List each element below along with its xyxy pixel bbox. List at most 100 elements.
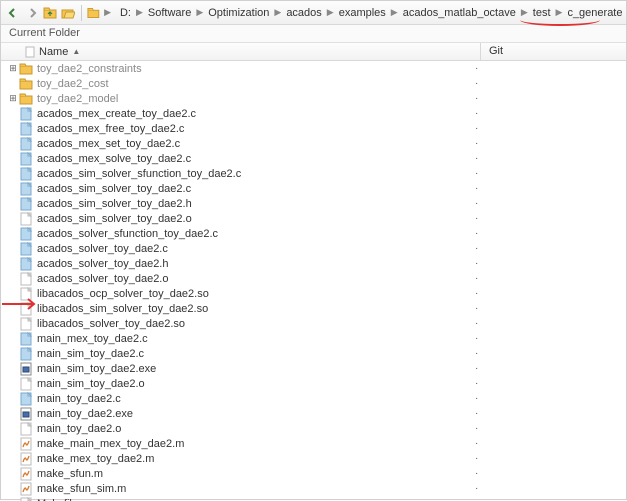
back-button[interactable] [5,4,21,22]
file-row[interactable]: libacados_solver_toy_dae2.so· [1,316,626,331]
o-file-icon [19,497,33,501]
c-file-icon [19,257,33,271]
m-file-icon [19,437,33,451]
file-row[interactable]: acados_solver_sfunction_toy_dae2.c· [1,226,626,241]
c-file-icon [19,167,33,181]
o-file-icon [19,302,33,316]
file-name: main_toy_dae2.exe [37,408,133,420]
file-name: libacados_solver_toy_dae2.so [37,318,185,330]
file-row[interactable]: acados_sim_solver_toy_dae2.c· [1,181,626,196]
folder-row[interactable]: toy_dae2_cost· [1,76,626,91]
file-row[interactable]: libacados_ocp_solver_toy_dae2.so· [1,286,626,301]
name-cell: main_sim_toy_dae2.exe [19,362,471,376]
file-row[interactable]: main_toy_dae2.o· [1,421,626,436]
file-name: main_toy_dae2.c [37,393,121,405]
git-status: · [471,108,626,119]
git-status: · [471,423,626,434]
name-cell: libacados_sim_solver_toy_dae2.so [19,302,471,316]
file-row[interactable]: acados_mex_create_toy_dae2.c· [1,106,626,121]
file-row[interactable]: main_sim_toy_dae2.exe· [1,361,626,376]
file-row[interactable]: main_mex_toy_dae2.c· [1,331,626,346]
file-row[interactable]: make_mex_toy_dae2.m· [1,451,626,466]
chevron-right-icon: ▶ [272,7,283,18]
file-row[interactable]: main_toy_dae2.c· [1,391,626,406]
chevron-right-icon: ▶ [325,7,336,18]
column-git[interactable]: Git [481,43,626,60]
breadcrumb-segment[interactable]: c_generated_code [566,7,622,19]
file-row[interactable]: acados_solver_toy_dae2.o· [1,271,626,286]
chevron-right-icon: ▶ [134,7,145,18]
browse-button[interactable] [60,4,76,22]
o-file-icon [19,317,33,331]
git-status: · [471,93,626,104]
expander-icon[interactable] [7,78,19,90]
name-cell: acados_mex_free_toy_dae2.c [19,122,471,136]
file-row[interactable]: make_main_mex_toy_dae2.m · [1,436,626,451]
expander-icon[interactable]: ⊞ [7,63,19,75]
m-file-icon [19,452,33,466]
file-row[interactable]: acados_mex_set_toy_dae2.c· [1,136,626,151]
name-cell: acados_sim_solver_toy_dae2.h [19,197,471,211]
file-name: main_sim_toy_dae2.exe [37,363,156,375]
chevron-right-icon: ▶ [102,7,113,18]
file-list[interactable]: ⊞toy_dae2_constraints·toy_dae2_cost·⊞toy… [1,61,626,501]
folder-icon [87,7,100,19]
name-cell: acados_mex_solve_toy_dae2.c [19,152,471,166]
git-status: · [471,483,626,494]
git-status: · [471,198,626,209]
c-file-icon [19,107,33,121]
file-name: make_sfun_sim.m [37,483,126,495]
breadcrumb-segment[interactable]: acados_matlab_octave [402,7,517,19]
file-name: toy_dae2_constraints [37,63,142,75]
breadcrumb-segment[interactable]: acados [285,7,322,19]
file-row[interactable]: acados_mex_free_toy_dae2.c· [1,121,626,136]
breadcrumb-segment[interactable]: Optimization [207,7,270,19]
file-row[interactable]: make_sfun_sim.m · [1,481,626,496]
file-row[interactable]: make_sfun.m· [1,466,626,481]
folder-row[interactable]: ⊞ toy_dae2_model · [1,91,626,106]
column-name[interactable]: Name ▲ [1,43,481,60]
file-name: acados_mex_free_toy_dae2.c [37,123,184,135]
file-row[interactable]: acados_solver_toy_dae2.c· [1,241,626,256]
file-row[interactable]: acados_sim_solver_toy_dae2.h· [1,196,626,211]
name-cell: Makefile [19,497,471,501]
expander-icon[interactable]: ⊞ [7,93,19,105]
breadcrumb-segment[interactable]: test [532,7,552,19]
file-row[interactable]: libacados_sim_solver_toy_dae2.so· [1,301,626,316]
breadcrumb-segment[interactable]: D: [119,7,132,19]
file-row[interactable]: main_toy_dae2.exe· [1,406,626,421]
breadcrumb-segment[interactable]: Software [147,7,192,19]
git-status: · [471,438,626,449]
folder-row[interactable]: ⊞toy_dae2_constraints· [1,61,626,76]
column-name-label: Name [39,46,68,58]
breadcrumb-segment[interactable]: examples [338,7,387,19]
file-row[interactable]: acados_sim_solver_sfunction_toy_dae2.c· [1,166,626,181]
forward-button[interactable] [23,4,39,22]
file-icon [25,46,35,58]
name-cell: acados_solver_sfunction_toy_dae2.c [19,227,471,241]
chevron-right-icon: ▶ [554,7,565,18]
name-cell: acados_solver_toy_dae2.o [19,272,471,286]
name-cell: main_toy_dae2.exe [19,407,471,421]
file-name: Makefile [37,498,78,501]
file-row[interactable]: acados_solver_toy_dae2.h· [1,256,626,271]
expander-icon [7,483,19,495]
file-name: toy_dae2_model [37,93,118,105]
c-file-icon [19,152,33,166]
git-status: · [471,153,626,164]
git-status: · [471,273,626,284]
file-row[interactable]: acados_mex_solve_toy_dae2.c· [1,151,626,166]
file-row[interactable]: main_sim_toy_dae2.o· [1,376,626,391]
up-button[interactable] [42,4,58,22]
file-row[interactable]: acados_sim_solver_toy_dae2.o· [1,211,626,226]
file-name: make_main_mex_toy_dae2.m [37,438,184,450]
git-status: · [471,333,626,344]
c-file-icon [19,332,33,346]
o-file-icon [19,272,33,286]
git-status: · [471,303,626,314]
git-status: · [471,168,626,179]
file-row[interactable]: main_sim_toy_dae2.c· [1,346,626,361]
file-row[interactable]: Makefile· [1,496,626,501]
name-cell: make_mex_toy_dae2.m [19,452,471,466]
name-cell: acados_sim_solver_toy_dae2.o [19,212,471,226]
